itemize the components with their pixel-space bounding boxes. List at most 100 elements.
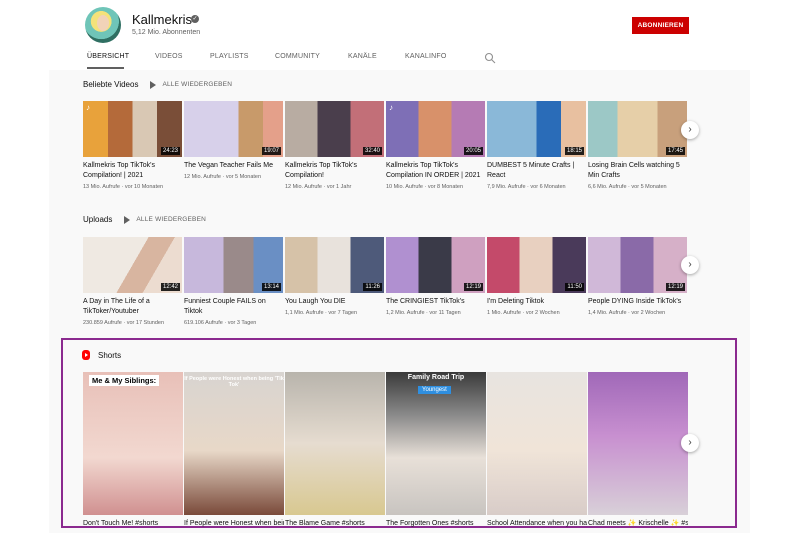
short-card[interactable]: The Blame Game #shorts bbox=[285, 372, 385, 529]
short-card[interactable]: If People were Honest when being 'Tik To… bbox=[184, 372, 284, 529]
video-thumbnail[interactable]: ♪ 24:23 bbox=[83, 101, 182, 157]
video-title[interactable]: The Vegan Teacher Fails Me bbox=[184, 161, 283, 171]
play-all-uploads-button[interactable]: ALLE WIEDERGEBEN bbox=[124, 215, 206, 224]
search-icon[interactable] bbox=[484, 52, 496, 64]
video-thumbnail[interactable]: 12:19 bbox=[588, 237, 687, 293]
play-icon bbox=[150, 80, 157, 89]
short-title[interactable]: If People were Honest when being 'Tik To… bbox=[184, 519, 284, 529]
video-duration: 32:40 bbox=[362, 147, 382, 155]
video-meta: 7,9 Mio. Aufrufe · vor 6 Monaten bbox=[487, 184, 566, 190]
short-badge: Youngest bbox=[418, 386, 451, 394]
short-title[interactable]: The Forgotten Ones #shorts bbox=[386, 519, 486, 529]
short-thumbnail[interactable]: If People were Honest when being 'Tik To… bbox=[184, 372, 284, 515]
video-card[interactable]: 11:50 I'm Deleting Tiktok 1 Mio. Aufrufe… bbox=[487, 237, 586, 316]
tab-community[interactable]: COMMUNITY bbox=[275, 49, 320, 69]
video-thumbnail[interactable]: 17:45 bbox=[588, 101, 687, 157]
video-meta: 10 Mio. Aufrufe · vor 8 Monaten bbox=[386, 184, 464, 190]
video-meta: 12 Mio. Aufrufe · vor 1 Jahr bbox=[285, 184, 352, 190]
video-duration: 24:23 bbox=[160, 147, 180, 155]
video-meta: 13 Mio. Aufrufe · vor 10 Monaten bbox=[83, 184, 164, 190]
tab-playlists[interactable]: PLAYLISTS bbox=[210, 49, 248, 69]
video-card[interactable]: 12:19 People DYING Inside TikTok's 1,4 M… bbox=[588, 237, 687, 316]
video-title[interactable]: Kallmekris Top TikTok's Compilation! | 2… bbox=[83, 161, 182, 181]
short-card[interactable]: Me & My Siblings: Don't Touch Me! #short… bbox=[83, 372, 183, 529]
short-title[interactable]: Don't Touch Me! #shorts bbox=[83, 519, 183, 529]
video-duration: 19:07 bbox=[261, 147, 281, 155]
video-title[interactable]: Kallmekris Top TikTok's Compilation! bbox=[285, 161, 384, 181]
video-title[interactable]: I'm Deleting Tiktok bbox=[487, 297, 586, 307]
video-duration: 18:15 bbox=[564, 147, 584, 155]
video-title[interactable]: DUMBEST 5 Minute Crafts | React bbox=[487, 161, 586, 181]
video-thumbnail[interactable]: 11:50 bbox=[487, 237, 586, 293]
verified-icon: ✓ bbox=[191, 15, 199, 23]
short-thumbnail[interactable]: Family Road Trip Youngest bbox=[386, 372, 486, 515]
video-card[interactable]: 13:14 Funniest Couple FAILS on Tiktok 61… bbox=[184, 237, 283, 326]
short-title[interactable]: School Attendance when you have Siblings… bbox=[487, 519, 587, 529]
video-meta: 230.859 Aufrufe · vor 17 Stunden bbox=[83, 320, 165, 326]
video-meta: 1,1 Mio. Aufrufe · vor 7 Tagen bbox=[285, 310, 358, 316]
video-card[interactable]: 12:19 The CRINGIEST TikTok's 1,2 Mio. Au… bbox=[386, 237, 485, 316]
video-card[interactable]: 32:40 Kallmekris Top TikTok's Compilatio… bbox=[285, 101, 384, 190]
video-card[interactable]: ♪ 20:05 Kallmekris Top TikTok's Compilat… bbox=[386, 101, 485, 190]
video-thumbnail[interactable]: 32:40 bbox=[285, 101, 384, 157]
video-title[interactable]: Losing Brain Cells watching 5 Min Crafts bbox=[588, 161, 687, 181]
popular-section-header: Beliebte Videos ALLE WIEDERGEBEN bbox=[83, 80, 232, 89]
tab-channels[interactable]: KANÄLE bbox=[348, 49, 377, 69]
channel-avatar[interactable] bbox=[85, 7, 121, 43]
channel-name[interactable]: Kallmekris bbox=[132, 12, 192, 27]
short-overlay-text: Me & My Siblings: bbox=[89, 375, 160, 386]
video-meta: 619.106 Aufrufe · vor 3 Tagen bbox=[184, 320, 257, 326]
video-card[interactable]: 18:15 DUMBEST 5 Minute Crafts | React 7,… bbox=[487, 101, 586, 190]
video-card[interactable]: 11:26 You Laugh You DIE 1,1 Mio. Aufrufe… bbox=[285, 237, 384, 316]
scroll-right-popular-button[interactable]: › bbox=[681, 121, 699, 139]
video-duration: 12:42 bbox=[160, 283, 180, 291]
video-meta: 1 Mio. Aufrufe · vor 2 Wochen bbox=[487, 310, 560, 316]
tab-overview[interactable]: ÜBERSICHT bbox=[87, 49, 129, 69]
channel-page: Kallmekris ✓ 5,12 Mio. Abonnenten ABONNI… bbox=[49, 0, 750, 533]
video-thumbnail[interactable]: 12:42 bbox=[83, 237, 182, 293]
video-thumbnail[interactable]: 13:14 bbox=[184, 237, 283, 293]
short-thumbnail[interactable] bbox=[588, 372, 688, 515]
scroll-right-uploads-button[interactable]: › bbox=[681, 256, 699, 274]
video-title[interactable]: You Laugh You DIE bbox=[285, 297, 384, 307]
video-title[interactable]: Funniest Couple FAILS on Tiktok bbox=[184, 297, 283, 317]
video-duration: 11:50 bbox=[565, 283, 584, 291]
play-icon bbox=[124, 215, 131, 224]
video-duration: 13:14 bbox=[261, 283, 281, 291]
video-duration: 20:05 bbox=[463, 147, 483, 155]
video-meta: 6,6 Mio. Aufrufe · vor 5 Monaten bbox=[588, 184, 667, 190]
subscriber-count: 5,12 Mio. Abonnenten bbox=[132, 29, 201, 36]
subscribe-button[interactable]: ABONNIEREN bbox=[632, 17, 689, 34]
video-thumbnail[interactable]: 18:15 bbox=[487, 101, 586, 157]
video-duration: 11:26 bbox=[363, 283, 382, 291]
video-thumbnail[interactable]: ♪ 20:05 bbox=[386, 101, 485, 157]
short-card[interactable]: Chad meets ✨ Krischelle ✨ #shorts bbox=[588, 372, 688, 529]
video-card[interactable]: 12:42 A Day in The Life of a TikToker/Yo… bbox=[83, 237, 182, 326]
tab-about[interactable]: KANALINFO bbox=[405, 49, 446, 69]
short-title[interactable]: Chad meets ✨ Krischelle ✨ #shorts bbox=[588, 519, 688, 529]
video-title[interactable]: People DYING Inside TikTok's bbox=[588, 297, 687, 307]
video-card[interactable]: ♪ 24:23 Kallmekris Top TikTok's Compilat… bbox=[83, 101, 182, 190]
play-all-popular-button[interactable]: ALLE WIEDERGEBEN bbox=[150, 80, 232, 89]
video-title[interactable]: Kallmekris Top TikTok's Compilation IN O… bbox=[386, 161, 485, 181]
video-thumbnail[interactable]: 12:19 bbox=[386, 237, 485, 293]
video-card[interactable]: 19:07 The Vegan Teacher Fails Me 12 Mio.… bbox=[184, 101, 283, 180]
tab-videos[interactable]: VIDEOS bbox=[155, 49, 182, 69]
video-thumbnail[interactable]: 19:07 bbox=[184, 101, 283, 157]
tiktok-icon: ♪ bbox=[86, 103, 90, 112]
video-card[interactable]: 17:45 Losing Brain Cells watching 5 Min … bbox=[588, 101, 687, 190]
short-thumbnail[interactable]: Me & My Siblings: bbox=[83, 372, 183, 515]
uploads-row: 12:42 A Day in The Life of a TikToker/Yo… bbox=[83, 237, 688, 332]
video-title[interactable]: A Day in The Life of a TikToker/Youtuber bbox=[83, 297, 182, 317]
video-duration: 17:45 bbox=[665, 147, 685, 155]
short-card[interactable]: School Attendance when you have Siblings… bbox=[487, 372, 587, 529]
video-thumbnail[interactable]: 11:26 bbox=[285, 237, 384, 293]
short-title[interactable]: The Blame Game #shorts bbox=[285, 519, 385, 529]
video-title[interactable]: The CRINGIEST TikTok's bbox=[386, 297, 485, 307]
short-thumbnail[interactable] bbox=[487, 372, 587, 515]
short-overlay-text: Family Road Trip bbox=[407, 374, 465, 381]
scroll-right-shorts-button[interactable]: › bbox=[681, 434, 699, 452]
short-card[interactable]: Family Road Trip Youngest The Forgotten … bbox=[386, 372, 486, 529]
short-thumbnail[interactable] bbox=[285, 372, 385, 515]
video-duration: 12:19 bbox=[463, 283, 483, 291]
